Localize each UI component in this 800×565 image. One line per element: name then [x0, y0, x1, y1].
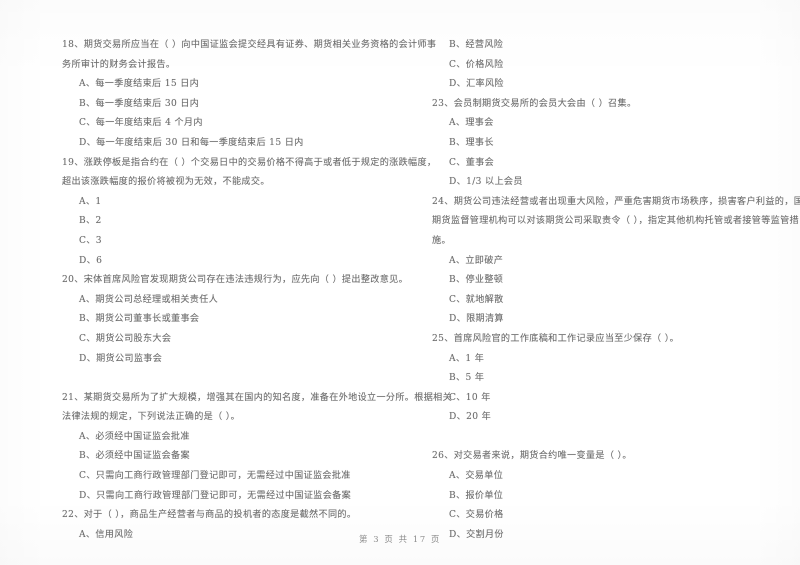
- two-column-body: 18、期货交易所应当在（ ）向中国证监会提交经具有证券、期货相关业务资格的会计师…: [0, 0, 800, 540]
- question-stem-line: 26、对交易者来说，期货合约唯一变量是（ ）。: [432, 451, 632, 462]
- option-b[interactable]: B、经营风险: [432, 36, 770, 56]
- question-block-22-continued: B、经营风险 C、价格风险 D、汇率风险: [432, 36, 770, 95]
- option-d[interactable]: D、每一年度结束后 30 日和每一季度结束后 15 日内: [62, 134, 378, 154]
- question-block-19: 19、涨跌停板是指合约在（ ）个交易日中的交易价格不得高于或者低于规定的涨跌幅度…: [62, 154, 437, 272]
- option-c[interactable]: C、只需向工商行政管理部门登记即可，无需经过中国证监会批准: [62, 467, 378, 487]
- option-a[interactable]: A、必须经中国证监会批准: [62, 428, 378, 448]
- option-d[interactable]: D、期货公司监事会: [62, 350, 378, 370]
- question-stem-line: 25、首席风险官的工作底稿和工作记录应当至少保存（ ）。: [432, 333, 680, 344]
- question-block-18: 18、期货交易所应当在（ ）向中国证监会提交经具有证券、期货相关业务资格的会计师…: [62, 36, 437, 154]
- option-a[interactable]: A、理事会: [432, 114, 770, 134]
- question-stem-line: 20、宋体首席风险官发现期货公司存在违法违规行为，应先向（ ）提出整改意见。: [62, 275, 409, 286]
- question-stem-line: 22、对于（ ），商品生产经营者与商品的投机者的态度是截然不同的。: [62, 510, 357, 521]
- option-d[interactable]: D、只需向工商行政管理部门登记即可，无需经过中国证监会备案: [62, 487, 378, 507]
- option-d[interactable]: D、1/3 以上会员: [432, 173, 770, 193]
- option-b[interactable]: B、5 年: [432, 369, 770, 389]
- option-a[interactable]: A、立即破产: [432, 252, 770, 272]
- question-stem-line: 19、涨跌停板是指合约在（ ）个交易日中的交易价格不得高于或者低于规定的涨跌幅度…: [62, 157, 437, 168]
- question-stem-line: 期货监督管理机构可以对该期货公司采取责令（ ），指定其他机构托管或者接管等监管措: [432, 216, 799, 227]
- option-c[interactable]: C、期货公司股东大会: [62, 330, 378, 350]
- option-b[interactable]: B、报价单位: [432, 487, 770, 507]
- question-stem-line: 法律法规的规定，下列说法正确的是（ ）。: [62, 412, 241, 423]
- option-b[interactable]: B、2: [62, 212, 378, 232]
- option-c[interactable]: C、每一年度结束后 4 个月内: [62, 114, 378, 134]
- question-block-21: 21、某期货交易所为了扩大规模，增强其在国内的知名度，准备在外地设立一分所。根据…: [62, 389, 453, 507]
- option-b[interactable]: B、理事长: [432, 134, 770, 154]
- question-stem-line: 务所审计的财务会计报告。: [62, 59, 176, 70]
- question-block-25: 25、首席风险官的工作底稿和工作记录应当至少保存（ ）。 A、1 年 B、5 年…: [432, 330, 770, 428]
- question-stem-line: 23、会员制期货交易所的会员大会由（ ）召集。: [432, 98, 637, 109]
- question-block-23: 23、会员制期货交易所的会员大会由（ ）召集。 A、理事会 B、理事长 C、董事…: [432, 95, 770, 193]
- right-column: B、经营风险 C、价格风险 D、汇率风险 23、会员制期货交易所的会员大会由（ …: [400, 0, 800, 540]
- option-a[interactable]: A、期货公司总经理或相关责任人: [62, 291, 378, 311]
- option-d[interactable]: D、6: [62, 252, 378, 272]
- option-d[interactable]: D、20 年: [432, 408, 770, 428]
- option-b[interactable]: B、每一季度结束后 30 日内: [62, 95, 378, 115]
- question-stem-line: 18、期货交易所应当在（ ）向中国证监会提交经具有证券、期货相关业务资格的会计师…: [62, 40, 437, 50]
- option-a[interactable]: A、1: [62, 193, 378, 213]
- option-a[interactable]: A、每一季度结束后 15 日内: [62, 75, 378, 95]
- option-c[interactable]: C、3: [62, 232, 378, 252]
- option-c[interactable]: C、董事会: [432, 154, 770, 174]
- question-block-26: 26、对交易者来说，期货合约唯一变量是（ ）。 A、交易单位 B、报价单位 C、…: [432, 447, 770, 545]
- option-d[interactable]: D、汇率风险: [432, 75, 770, 95]
- option-a[interactable]: A、交易单位: [432, 467, 770, 487]
- option-d[interactable]: D、限期清算: [432, 310, 770, 330]
- option-c[interactable]: C、就地解散: [432, 291, 770, 311]
- left-column: 18、期货交易所应当在（ ）向中国证监会提交经具有证券、期货相关业务资格的会计师…: [0, 0, 453, 540]
- option-b[interactable]: B、必须经中国证监会备案: [62, 447, 378, 467]
- option-c[interactable]: C、10 年: [432, 389, 770, 409]
- question-stem-line: 24、期货公司违法经营或者出现重大风险，严重危害期货市场秩序，损害客户利益的，国…: [432, 196, 800, 207]
- option-c[interactable]: C、价格风险: [432, 56, 770, 76]
- question-stem-line: 施。: [432, 235, 451, 246]
- option-b[interactable]: B、停业整顿: [432, 271, 770, 291]
- question-block-24: 24、期货公司违法经营或者出现重大风险，严重危害期货市场秩序，损害客户利益的，国…: [432, 193, 800, 330]
- question-stem-line: 21、某期货交易所为了扩大规模，增强其在国内的知名度，准备在外地设立一分所。根据…: [62, 392, 453, 403]
- option-c[interactable]: C、交易价格: [432, 506, 770, 526]
- question-stem-line: 超出该涨跌幅度的报价将被视为无效，不能成交。: [62, 177, 270, 188]
- document-page: 18、期货交易所应当在（ ）向中国证监会提交经具有证券、期货相关业务资格的会计师…: [0, 0, 800, 565]
- option-b[interactable]: B、期货公司董事长或董事会: [62, 310, 378, 330]
- question-block-20: 20、宋体首席风险官发现期货公司存在违法违规行为，应先向（ ）提出整改意见。 A…: [62, 271, 409, 370]
- page-footer: 第 3 页 共 17 页: [359, 534, 441, 544]
- option-a[interactable]: A、1 年: [432, 350, 770, 370]
